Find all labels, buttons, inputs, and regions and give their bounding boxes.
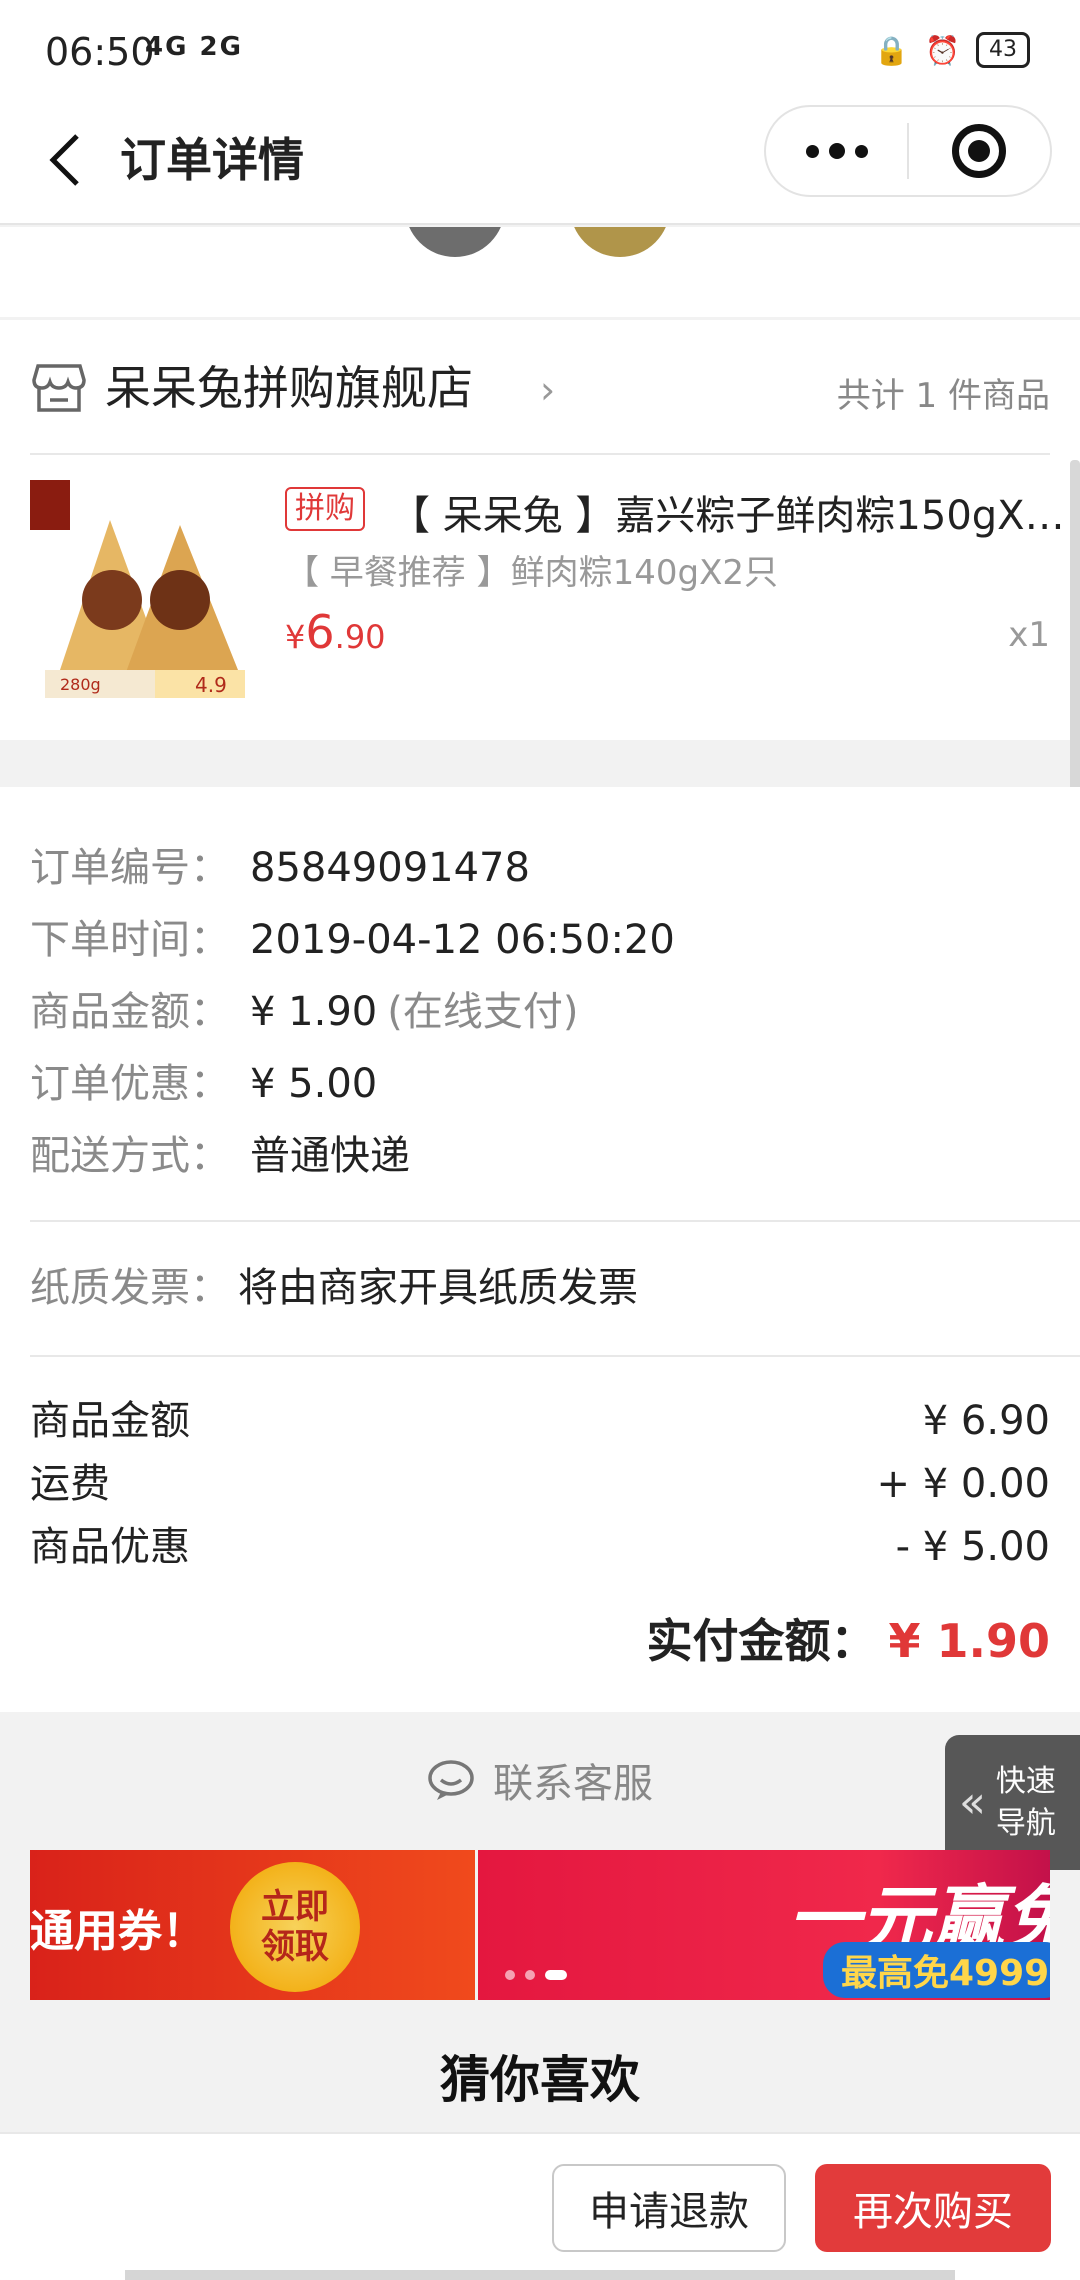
dot-icon — [854, 144, 868, 158]
status-time: 06:50 — [45, 30, 155, 74]
lock-icon: 🔒 — [874, 33, 910, 67]
total-label: 运费 — [30, 1461, 110, 1507]
invoice-row: 纸质发票： 将由商家开具纸质发票 — [30, 1255, 638, 1313]
close-miniprogram-button[interactable] — [909, 107, 1050, 195]
paid-amount-row: 实付金额： ¥ 1.90 — [646, 1605, 1050, 1671]
product-price: ¥6.90 — [285, 605, 386, 659]
home-indicator — [125, 2270, 955, 2280]
svg-text:280g: 280g — [60, 675, 101, 694]
total-value: - ¥ 5.00 — [895, 1524, 1050, 1570]
payment-method: (在线支付) — [387, 989, 579, 1035]
claim-coin: 立即 领取 — [230, 1862, 360, 1992]
svg-text:4.9: 4.9 — [195, 673, 227, 697]
info-label: 配送方式： — [30, 1133, 230, 1179]
product-image: 280g 4.9 — [30, 480, 255, 705]
store-header[interactable]: 呆呆兔拼购旗舰店 › 共计 1 件商品 — [30, 320, 1050, 455]
quick-nav-label: 快速 导航 — [996, 1761, 1056, 1845]
target-icon — [952, 124, 1007, 178]
info-value: 2019-04-12 06:50:20 — [250, 917, 675, 963]
info-label: 纸质发票： — [30, 1265, 230, 1311]
status-icons: 🔒 ⏰ 43 — [874, 32, 1030, 68]
divider — [30, 1220, 1080, 1222]
info-label: 下单时间： — [30, 917, 230, 963]
product-spec: 【 早餐推荐 】鲜肉粽140gX2只 — [285, 553, 779, 593]
recommend-title: 猜你喜欢 — [440, 2051, 640, 2109]
store-icon — [32, 364, 86, 412]
group-buy-tag: 拼购 — [285, 487, 365, 531]
price-decimal: .90 — [334, 618, 386, 656]
coupon-banner[interactable]: 通用券！ 立即 领取 — [30, 1850, 475, 2000]
status-bar: 06:50 4G 2G 🔒 ⏰ 43 — [0, 0, 1080, 105]
signal-icon: 4G 2G — [145, 32, 243, 62]
total-row: 商品优惠 - ¥ 5.00 — [30, 1516, 1050, 1579]
carousel-indicator — [505, 1970, 567, 1980]
customer-service-label: 联系客服 — [493, 1761, 653, 1807]
rebuy-button[interactable]: 再次购买 — [815, 2164, 1051, 2252]
total-label: 商品优惠 — [30, 1524, 190, 1570]
page-title: 订单详情 — [120, 133, 304, 187]
paid-label: 实付金额： — [646, 1614, 877, 1668]
order-time-row: 下单时间： 2019-04-12 06:50:20 — [30, 904, 1050, 976]
more-button[interactable] — [766, 107, 907, 195]
back-arrow-icon — [49, 134, 79, 186]
totals-list: 商品金额 ¥ 6.90 运费 + ¥ 0.00 商品优惠 - ¥ 5.00 — [30, 1390, 1050, 1579]
total-row: 运费 + ¥ 0.00 — [30, 1453, 1050, 1516]
battery-icon: 43 — [976, 32, 1030, 68]
chevron-right-icon: › — [540, 368, 556, 412]
info-value-wrap: ¥ 1.90 (在线支付) — [250, 976, 578, 1048]
divider — [30, 1355, 1080, 1357]
info-value: 普通快递 — [250, 1133, 410, 1179]
price-integer: 6 — [305, 605, 335, 659]
order-number-row: 订单编号： 85849091478 — [30, 832, 1050, 904]
total-label: 商品金额 — [30, 1398, 190, 1444]
total-value: + ¥ 0.00 — [876, 1461, 1050, 1507]
info-label: 订单编号： — [30, 845, 230, 891]
chat-icon — [428, 1760, 474, 1800]
carousel-dot — [505, 1970, 515, 1980]
product-title: 【 呆呆兔 】嘉兴粽子鲜肉粽150gX… — [390, 493, 1065, 539]
coin-line2: 领取 — [261, 1927, 329, 1967]
banner-chip: 最高免4999 — [823, 1942, 1050, 1998]
carousel-dot — [525, 1970, 535, 1980]
scrolled-strip — [0, 227, 1080, 317]
partial-image — [570, 227, 670, 257]
coin-line1: 立即 — [261, 1887, 329, 1927]
info-value: ¥ 5.00 — [250, 1061, 378, 1107]
order-discount-row: 订单优惠： ¥ 5.00 — [30, 1048, 1050, 1120]
partial-image — [405, 227, 505, 257]
goods-amount-row: 商品金额： ¥ 1.90 (在线支付) — [30, 976, 1050, 1048]
info-value: ¥ 1.90 — [250, 989, 378, 1035]
product-quantity: x1 — [1008, 615, 1050, 655]
dot-icon — [828, 143, 845, 159]
order-info-list: 订单编号： 85849091478 下单时间： 2019-04-12 06:50… — [30, 832, 1050, 1192]
dot-icon — [805, 144, 819, 158]
banner-text: 通用券！ — [30, 1906, 206, 1957]
store-section: 呆呆兔拼购旗舰店 › 共计 1 件商品 280g 4.9 拼购 【 呆呆兔 】嘉… — [0, 320, 1080, 740]
info-label: 商品金额： — [30, 989, 230, 1035]
info-value: 将由商家开具纸质发票 — [238, 1265, 638, 1311]
quick-nav-line1: 快速 — [995, 1763, 1056, 1799]
refund-button[interactable]: 申请退款 — [552, 2164, 786, 2252]
mini-program-capsule — [764, 105, 1052, 197]
bottom-action-bar: 申请退款 再次购买 — [0, 2132, 1080, 2280]
coin-text: 立即 领取 — [261, 1887, 329, 1967]
info-value: 85849091478 — [250, 845, 530, 891]
back-button[interactable] — [30, 125, 100, 195]
quick-nav-line2: 导航 — [995, 1805, 1056, 1841]
item-count: 共计 1 件商品 — [836, 376, 1050, 416]
paid-amount: ¥ 1.90 — [888, 1614, 1050, 1668]
nav-bar: 订单详情 — [0, 105, 1080, 225]
total-row: 商品金额 ¥ 6.90 — [30, 1390, 1050, 1453]
alarm-icon: ⏰ — [925, 33, 960, 67]
product-item[interactable]: 280g 4.9 拼购 【 呆呆兔 】嘉兴粽子鲜肉粽150gX… 【 早餐推荐 … — [30, 455, 1065, 735]
info-label: 订单优惠： — [30, 1061, 230, 1107]
store-name: 呆呆兔拼购旗舰店 — [105, 361, 473, 415]
double-chevron-left-icon: « — [959, 1777, 986, 1828]
carousel-dot-active — [545, 1970, 567, 1980]
price-currency: ¥ — [285, 618, 306, 656]
customer-service-button[interactable]: 联系客服 — [0, 1740, 1080, 1820]
total-value: ¥ 6.90 — [922, 1398, 1050, 1444]
delivery-method-row: 配送方式： 普通快递 — [30, 1120, 1050, 1192]
